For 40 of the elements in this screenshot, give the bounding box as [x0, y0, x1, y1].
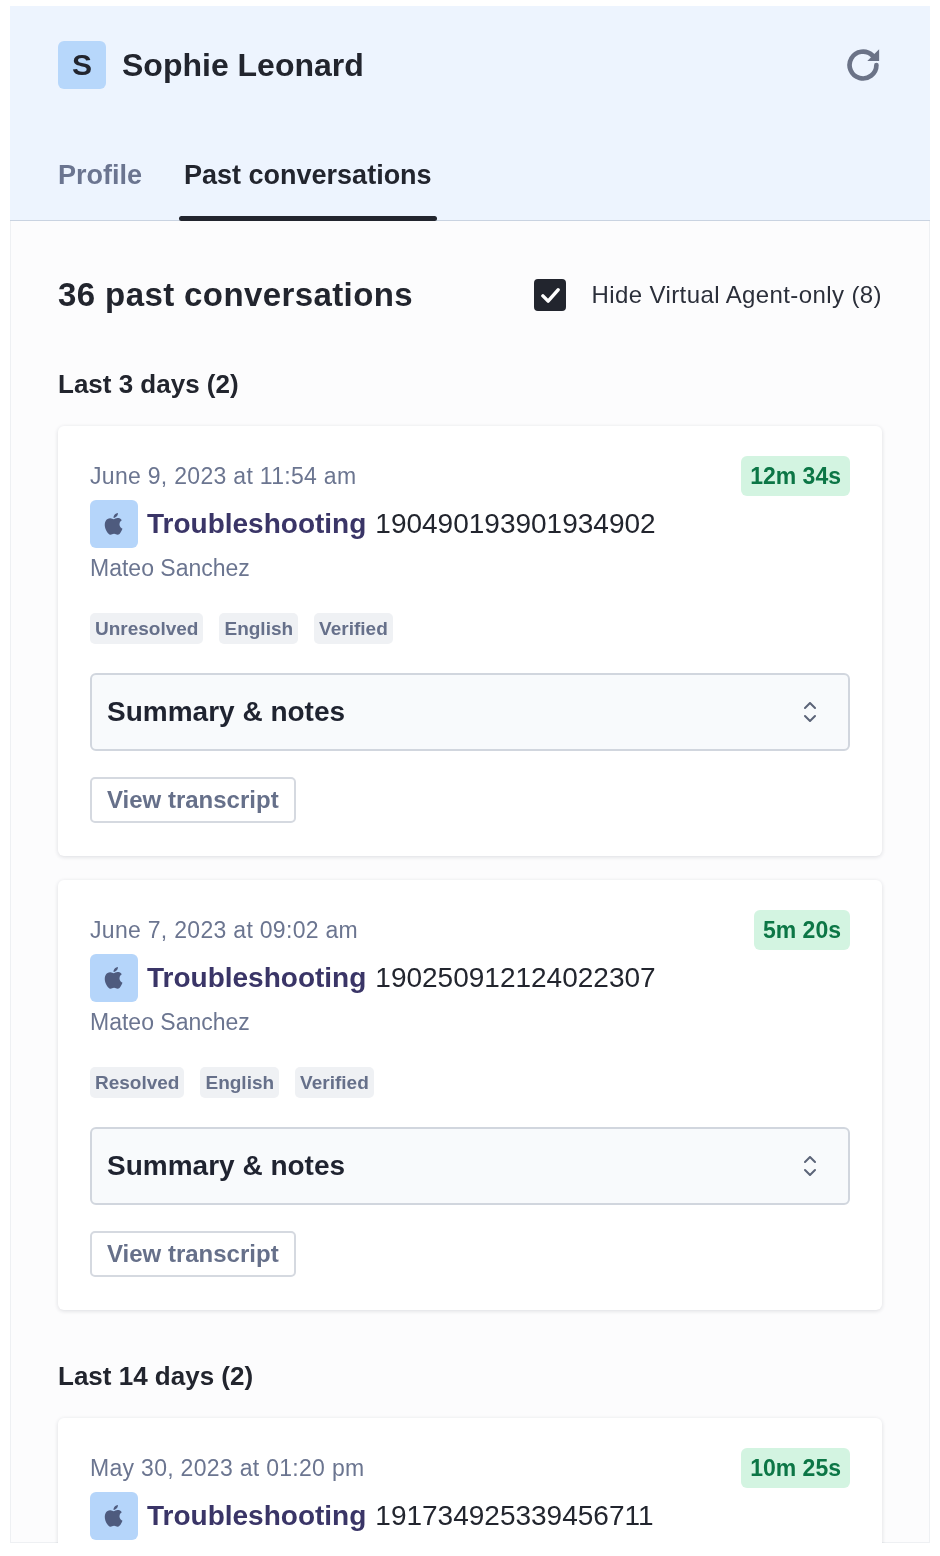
status-tag: Unresolved [90, 613, 204, 644]
checkbox[interactable] [534, 279, 567, 311]
conversation-topic[interactable]: Troubleshooting [147, 962, 367, 994]
duration-badge: 10m 25s [741, 1448, 850, 1488]
status-tag: Verified [314, 613, 393, 644]
status-tag: English [219, 613, 299, 644]
status-tag: Resolved [90, 1067, 185, 1098]
duration-badge: 5m 20s [754, 910, 850, 950]
apple-icon [90, 500, 138, 548]
tab[interactable]: Profile [53, 159, 148, 221]
checkbox-label: Hide Virtual Agent-only (8) [591, 281, 882, 309]
customer-name: Sophie Leonard [122, 46, 365, 84]
conversation-date: June 7, 2023 at 09:02 am [90, 916, 359, 944]
group-heading: Last 14 days (2) [58, 1361, 255, 1391]
refresh-icon[interactable] [846, 48, 880, 82]
conversation-date: June 9, 2023 at 11:54 am [90, 462, 357, 490]
agent-name: Mateo Sanchez [90, 1008, 251, 1036]
conversation-topic[interactable]: Troubleshooting [147, 1500, 367, 1532]
view-transcript-button[interactable]: View transcript [90, 1231, 296, 1277]
conversation-topic[interactable]: Troubleshooting [147, 508, 367, 540]
status-tag: Verified [295, 1067, 374, 1098]
duration-badge: 12m 34s [741, 456, 850, 496]
checkmark-icon [541, 287, 560, 303]
up-down-chevron-icon [804, 1156, 816, 1176]
summary-dropdown[interactable]: Summary & notes [90, 1127, 850, 1205]
avatar-initial: S [58, 41, 106, 89]
agent-name: Mateo Sanchez [90, 554, 251, 582]
group-heading: Last 3 days (2) [58, 369, 240, 399]
conversation-count: 36 past conversations [58, 276, 414, 314]
summary-dropdown[interactable]: Summary & notes [90, 673, 850, 751]
conversation-id: 190490193901934902 [375, 508, 656, 540]
status-tag: English [200, 1067, 280, 1098]
conversation-id: 191734925339456711 [375, 1500, 654, 1532]
view-transcript-button[interactable]: View transcript [90, 777, 296, 823]
conversation-date: May 30, 2023 at 01:20 pm [90, 1454, 365, 1482]
conversation-id: 190250912124022307 [375, 962, 656, 994]
up-down-chevron-icon [804, 702, 816, 722]
apple-icon [90, 1492, 138, 1540]
apple-icon [90, 954, 138, 1002]
tab[interactable]: Past conversations [179, 159, 437, 221]
